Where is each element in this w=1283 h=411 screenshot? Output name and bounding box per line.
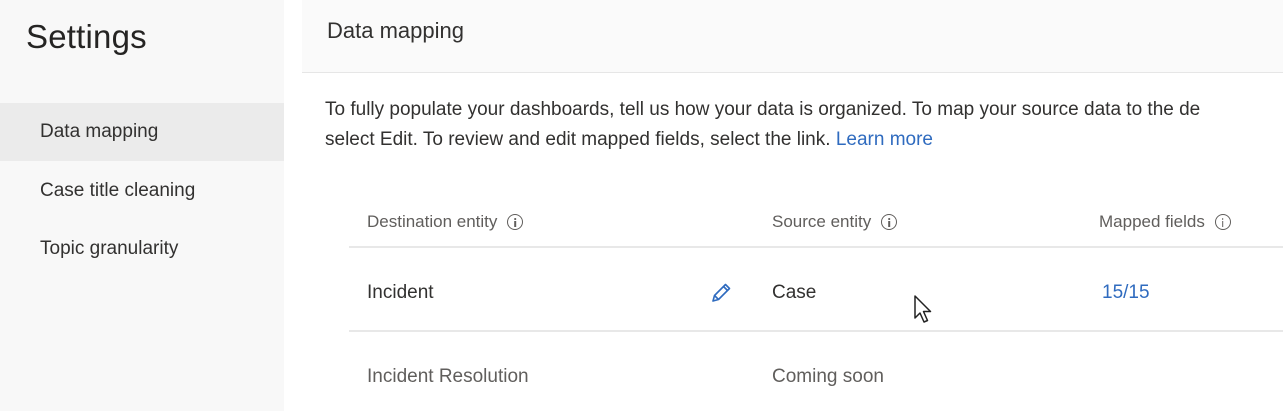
row-incident-source: Case [772, 282, 817, 303]
sidebar-item-data-mapping[interactable]: Data mapping [0, 103, 284, 161]
settings-sidebar: Settings Data mapping Case title cleanin… [0, 0, 284, 411]
mouse-cursor-icon [914, 295, 932, 323]
description-line-1: To fully populate your dashboards, tell … [325, 99, 1201, 120]
description: To fully populate your dashboards, tell … [325, 95, 1283, 155]
description-line-2: select Edit. To review and edit mapped f… [325, 125, 1283, 155]
row-incident-resolution-source: Coming soon [772, 366, 884, 387]
column-header-source-label: Source entity [772, 212, 872, 231]
info-icon[interactable] [507, 214, 524, 230]
column-header-destination: Destination entity [367, 212, 524, 232]
column-header-source: Source entity [772, 212, 898, 232]
pencil-icon[interactable] [709, 281, 733, 305]
sidebar-item-topic-granularity[interactable]: Topic granularity [0, 220, 284, 278]
header-divider [349, 246, 1283, 248]
description-line-2-text: select Edit. To review and edit mapped f… [325, 129, 831, 150]
column-header-destination-label: Destination entity [367, 212, 498, 231]
page-title: Data mapping [327, 18, 464, 43]
info-icon[interactable] [1214, 214, 1231, 230]
column-header-mapped-fields: Mapped fields [1099, 212, 1231, 232]
main-content: Data mapping To fully populate your dash… [284, 0, 1283, 411]
mapped-fields-link[interactable]: 15/15 [1102, 282, 1150, 304]
sidebar-title: Settings [26, 18, 147, 55]
page-header: Data mapping [302, 0, 1283, 73]
row-incident-destination: Incident [367, 282, 434, 303]
sidebar-item-case-title-cleaning[interactable]: Case title cleaning [0, 162, 284, 220]
row-divider [349, 330, 1283, 332]
column-header-mapped-fields-label: Mapped fields [1099, 212, 1205, 231]
info-icon[interactable] [881, 214, 898, 230]
learn-more-link[interactable]: Learn more [836, 129, 933, 150]
row-incident-resolution-destination: Incident Resolution [367, 366, 529, 387]
